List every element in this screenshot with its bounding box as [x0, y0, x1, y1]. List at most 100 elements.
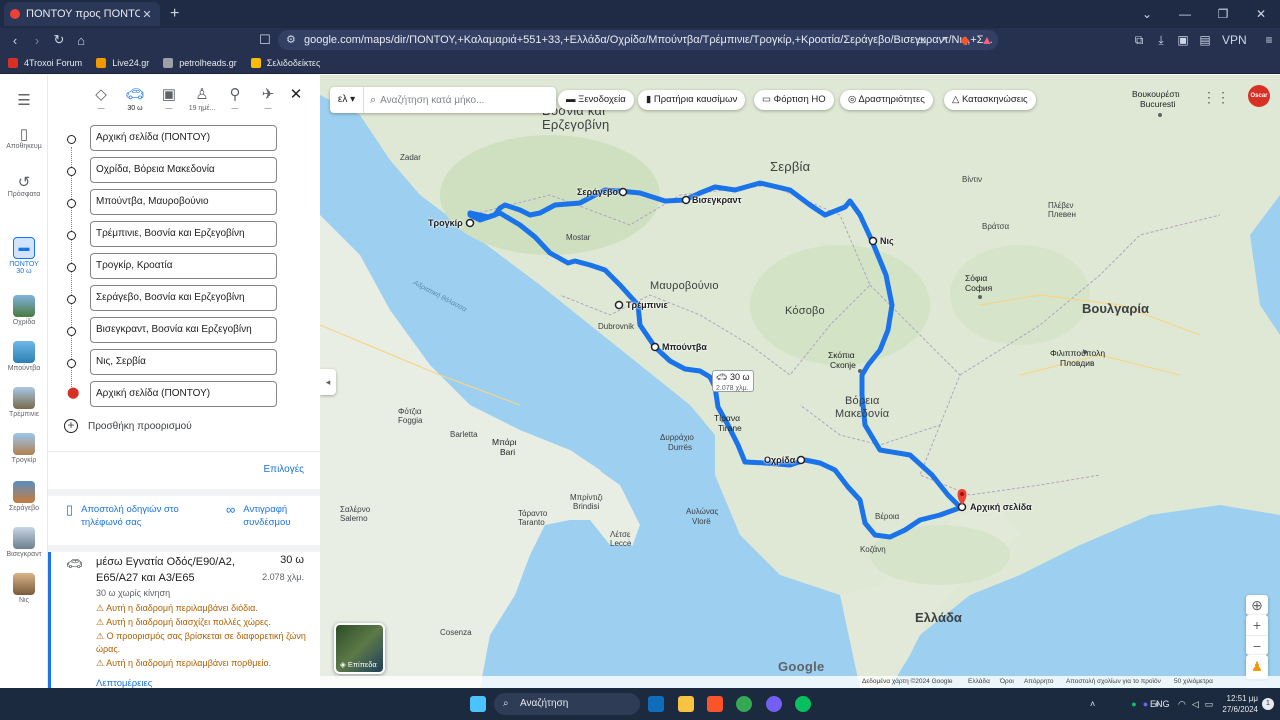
clock[interactable]: 12:51 μμ 27/6/2024 — [1222, 693, 1258, 715]
layers-button[interactable]: ◈ Επίπεδα — [334, 623, 385, 674]
rewards-icon[interactable]: ▲ — [976, 33, 998, 47]
chip-gas[interactable]: ▮ Πρατήρια καυσίμων — [638, 90, 746, 110]
map-label-city: Μπρίντιζι — [570, 493, 603, 502]
rail-place-budva[interactable]: Μπούντβα — [0, 341, 48, 372]
file-explorer-icon[interactable] — [678, 696, 694, 712]
chip-hotels[interactable]: ▬ Ξενοδοχεία — [558, 90, 634, 110]
map-canvas[interactable]: Βοσνία και Ερζεγοβίνη Σερβία Μαυροβούνιο… — [320, 75, 1280, 688]
details-link[interactable]: Λεπτομέρειες — [96, 678, 152, 688]
add-destination-button[interactable]: + Προσθήκη προορισμού — [64, 419, 192, 433]
bookmark-folder[interactable]: Σελιδοδείκτες — [250, 57, 320, 68]
tab-search-icon[interactable]: ⌄ — [1128, 0, 1166, 28]
stop-input[interactable]: Τρέμπινιε, Βοσνία και Ερζεγοβίνη — [90, 221, 277, 247]
mode-walking[interactable]: ♙ 19 ημέ... — [185, 85, 219, 112]
rail-place-nis[interactable]: Νις — [0, 573, 48, 604]
stop-input[interactable]: Μπούντβα, Μαυροβούνιο — [90, 189, 277, 215]
stop-input[interactable]: Αρχική σελίδα (ΠΟΝΤΟΥ) — [90, 381, 277, 407]
new-tab-icon[interactable]: + — [170, 5, 179, 23]
home-icon[interactable]: ⌂ — [70, 33, 92, 48]
viber-icon[interactable] — [766, 696, 782, 712]
cast-icon[interactable]: ▭ — [910, 33, 932, 47]
map-stop-label: Νις — [880, 236, 894, 246]
route-option[interactable]: 🚗︎ μέσω Εγνατία Οδός/E90/A2, E65/A27 και… — [48, 552, 320, 688]
brave-icon[interactable] — [707, 696, 723, 712]
rail-place-trogir[interactable]: Τρογκίρ — [0, 433, 48, 464]
saved-button[interactable]: ▯ Αποθηκευμ — [0, 125, 48, 150]
chip-camping[interactable]: △ Κατασκηνώσεις — [944, 90, 1036, 110]
back-icon[interactable]: ‹ — [4, 33, 26, 48]
reload-icon[interactable]: ↻ — [48, 32, 70, 48]
map-label-city: Bucuresti — [1140, 99, 1176, 109]
rail-place-sarajevo[interactable]: Σεράγεβο — [0, 481, 48, 512]
download-icon[interactable]: ⤓ — [1150, 33, 1172, 48]
mode-cycling[interactable]: ⚲ — — [218, 85, 252, 112]
apps-grid-icon[interactable]: ⋮⋮ — [1202, 89, 1230, 106]
menu-icon[interactable]: ≡ — [1258, 33, 1280, 47]
route-info-callout[interactable]: 🚗︎ 30 ω 2.078 χλμ. — [712, 370, 754, 392]
bookmark-live24[interactable]: Live24.gr — [96, 57, 149, 68]
mode-transit[interactable]: ▣ — — [152, 85, 186, 112]
browser-tab[interactable]: ΠΟΝΤΟΥ προς ΠΟΝΤΟΥ - Χάρτ ✕ — [4, 2, 160, 26]
bookmark-petrolheads[interactable]: petrolheads.gr — [163, 57, 237, 68]
stop-0: Αρχική σελίδα (ΠΟΝΤΟΥ) — [48, 125, 320, 153]
input-language[interactable]: ENG — [1150, 688, 1170, 720]
stop-input[interactable]: Βισεγκραντ, Βοσνία και Ερζεγοβίνη — [90, 317, 277, 343]
stop-input[interactable]: Οχρίδα, Βόρεια Μακεδονία — [90, 157, 277, 183]
extensions-icon[interactable]: ⧉ — [1128, 33, 1150, 48]
site-info-icon[interactable]: ⚙ — [286, 30, 296, 50]
avatar[interactable]: Οscar — [1248, 85, 1270, 107]
url-bar[interactable]: ⚙ google.com/maps/dir/ΠΟΝΤΟΥ,+Καλαμαριά+… — [278, 30, 998, 50]
outlook-icon[interactable] — [648, 696, 664, 712]
send-to-phone-button[interactable]: ▯ Αποστολή οδηγιών στο τηλέφωνό σας — [66, 503, 179, 529]
chip-activities[interactable]: ◎ Δραστηριότητες — [840, 90, 933, 110]
wechat-icon[interactable] — [795, 696, 811, 712]
stop-input[interactable]: Τρογκίρ, Κροατία — [90, 253, 277, 279]
bookmark-icon[interactable]: ☐ — [254, 32, 276, 48]
taskbar-search[interactable]: ⌕ Αναζήτηση — [494, 693, 640, 715]
tray-chevron-icon[interactable]: ˄ — [1090, 699, 1095, 709]
chrome-icon[interactable] — [736, 696, 752, 712]
minimize-icon[interactable]: — — [1166, 0, 1204, 28]
maximize-icon[interactable]: ❐ — [1204, 0, 1242, 28]
brave-shield-icon[interactable]: ◆ — [954, 33, 976, 47]
close-window-icon[interactable]: ✕ — [1242, 0, 1280, 28]
map-stop-marker[interactable] — [614, 300, 624, 310]
windows-start-icon[interactable] — [470, 696, 486, 712]
current-route-button[interactable]: ▬ ΠΟΝΤΟΥ 30 ω — [0, 237, 48, 275]
stop-input[interactable]: Αρχική σελίδα (ΠΟΝΤΟΥ) — [90, 125, 277, 151]
copy-link-button[interactable]: ∞ Αντιγραφή συνδέσμου — [226, 503, 290, 529]
wallet-icon[interactable]: ▤ — [1194, 33, 1216, 47]
zoom-out-button[interactable]: − — [1246, 635, 1268, 655]
options-link[interactable]: Επιλογές — [264, 464, 304, 475]
tray-viber-icon[interactable]: ● — [1143, 699, 1148, 709]
mode-driving[interactable]: 🚗︎ 30 ω — [118, 85, 152, 112]
vpn-button[interactable]: VPN — [1222, 33, 1247, 47]
forward-icon[interactable]: › — [26, 33, 48, 48]
stop-input[interactable]: Σεράγεβο, Βοσνία και Ερζεγοβίνη — [90, 285, 277, 311]
collapse-panel-button[interactable]: ◂ — [320, 369, 336, 395]
network-sound-battery[interactable]: ◠ ◁ ▭ — [1178, 688, 1213, 720]
recent-button[interactable]: ↺ Πρόσφατα — [0, 173, 48, 198]
map-stop-marker[interactable] — [868, 236, 878, 246]
mode-best[interactable]: ◇ — — [84, 85, 118, 112]
rail-place-visegrad[interactable]: Βισεγκραντ — [0, 527, 48, 558]
gas-icon: ▮ — [646, 94, 654, 105]
close-tab-icon[interactable]: ✕ — [140, 8, 154, 21]
share-icon[interactable]: ↗ — [932, 33, 954, 47]
map-stop-marker[interactable] — [650, 342, 660, 352]
chip-ev[interactable]: ▭ Φόρτιση ΗΟ — [754, 90, 834, 110]
sidebar-icon[interactable]: ▣ — [1172, 33, 1194, 47]
search-icon: ⌕ — [370, 93, 377, 106]
language-select[interactable]: ελ ▾ — [330, 87, 364, 113]
notification-badge[interactable]: 1 — [1262, 698, 1274, 710]
stop-input[interactable]: Νις, Σερβία — [90, 349, 277, 375]
bookmark-4troxoi[interactable]: 4Troxoi Forum — [8, 57, 82, 68]
rail-place-ohrid[interactable]: Οχρίδα — [0, 295, 48, 326]
zoom-in-button[interactable]: + — [1246, 615, 1268, 635]
menu-button[interactable]: ☰ — [0, 91, 48, 109]
close-directions-button[interactable]: ✕ — [279, 85, 313, 103]
map-search-input[interactable]: Αναζήτηση κατά μήκο... — [380, 95, 484, 106]
rail-place-trebinje[interactable]: Τρέμπινιε — [0, 387, 48, 418]
tray-wechat-icon[interactable]: ● — [1131, 699, 1136, 709]
my-location-button[interactable]: ⊕ — [1246, 595, 1268, 615]
